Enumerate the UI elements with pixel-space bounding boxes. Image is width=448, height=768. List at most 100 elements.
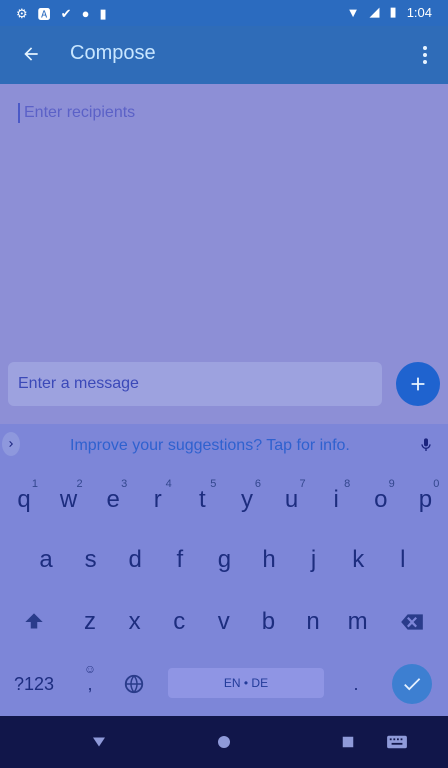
back-arrow-icon bbox=[24, 47, 38, 61]
keyboard-icon bbox=[387, 735, 407, 749]
back-button[interactable] bbox=[18, 41, 44, 67]
key-o[interactable]: 9o bbox=[359, 476, 403, 524]
nav-home-icon bbox=[218, 736, 230, 748]
suggestion-text[interactable]: Improve your suggestions? Tap for info. bbox=[70, 437, 350, 455]
key-label: q bbox=[17, 486, 31, 513]
backspace-icon bbox=[401, 614, 423, 630]
key-t[interactable]: 5t bbox=[180, 476, 224, 524]
keyboard-bottom-row: ?123 ☺ , EN • DE . bbox=[0, 660, 448, 708]
comma-key[interactable]: ☺ , bbox=[68, 660, 112, 708]
key-a[interactable]: a bbox=[24, 536, 68, 584]
message-placeholder: Enter a message bbox=[18, 375, 139, 392]
voice-input-button[interactable] bbox=[418, 433, 434, 457]
key-b[interactable]: b bbox=[246, 598, 290, 646]
key-s[interactable]: s bbox=[69, 536, 113, 584]
key-v[interactable]: v bbox=[202, 598, 246, 646]
period-key[interactable]: . bbox=[334, 660, 378, 708]
status-right-icons: ▼ ◢ ▮ 1:04 bbox=[347, 4, 432, 20]
key-r[interactable]: 4r bbox=[136, 476, 180, 524]
space-key[interactable]: EN • DE bbox=[168, 668, 324, 698]
sd-icon: ▮ bbox=[99, 5, 107, 21]
text-cursor bbox=[18, 103, 20, 123]
chevron-right-icon bbox=[9, 441, 13, 447]
nav-keyboard-button[interactable] bbox=[386, 731, 408, 753]
key-h[interactable]: h bbox=[247, 536, 291, 584]
navigation-bar bbox=[0, 716, 448, 768]
key-hint: 2 bbox=[76, 478, 83, 490]
battery-icon: ▮ bbox=[389, 4, 397, 19]
nav-back-icon bbox=[93, 737, 105, 747]
key-l[interactable]: l bbox=[381, 536, 425, 584]
nav-back-button[interactable] bbox=[88, 731, 110, 753]
symbols-key[interactable]: ?123 bbox=[12, 660, 56, 708]
key-hint: 5 bbox=[210, 478, 217, 490]
key-label: i bbox=[333, 486, 339, 513]
key-hint: 3 bbox=[121, 478, 128, 490]
key-hint: 0 bbox=[433, 478, 440, 490]
key-d[interactable]: d bbox=[113, 536, 157, 584]
key-c[interactable]: c bbox=[157, 598, 201, 646]
key-label: t bbox=[199, 486, 206, 513]
key-hint: 8 bbox=[344, 478, 351, 490]
nav-recents-button[interactable] bbox=[337, 731, 359, 753]
key-p[interactable]: 0p bbox=[403, 476, 447, 524]
status-left-icons: ⚙ 🅰 ✔ ● ▮ bbox=[16, 4, 107, 23]
a-icon: 🅰 bbox=[37, 7, 51, 22]
key-g[interactable]: g bbox=[202, 536, 246, 584]
key-hint: 1 bbox=[31, 478, 38, 490]
recipients-placeholder: Enter recipients bbox=[24, 104, 136, 121]
emoji-hint-icon: ☺ bbox=[83, 662, 97, 676]
shift-icon bbox=[25, 613, 43, 629]
suggestion-bar: Improve your suggestions? Tap for info. bbox=[0, 424, 448, 466]
message-input[interactable]: Enter a message bbox=[8, 362, 382, 406]
settings-icon: ⚙ bbox=[16, 5, 28, 21]
comma-label: , bbox=[87, 673, 93, 694]
overflow-menu-icon bbox=[423, 46, 427, 50]
wifi-icon: ▼ bbox=[346, 4, 360, 20]
check-icon: ✔ bbox=[60, 5, 72, 21]
keyboard-row-2: asdfghjkl bbox=[0, 536, 448, 584]
expand-suggestions-button[interactable] bbox=[2, 432, 20, 456]
key-label: w bbox=[59, 486, 78, 513]
key-hint: 9 bbox=[388, 478, 395, 490]
mic-icon bbox=[421, 438, 431, 451]
backspace-key[interactable] bbox=[390, 598, 434, 646]
key-f[interactable]: f bbox=[158, 536, 202, 584]
key-label: o bbox=[374, 486, 388, 513]
key-label: u bbox=[284, 486, 299, 513]
key-x[interactable]: x bbox=[113, 598, 157, 646]
key-y[interactable]: 6y bbox=[225, 476, 269, 524]
key-e[interactable]: 3e bbox=[91, 476, 135, 524]
key-q[interactable]: 1q bbox=[2, 476, 46, 524]
add-attachment-button[interactable] bbox=[396, 362, 440, 406]
nav-home-button[interactable] bbox=[213, 731, 235, 753]
page-title: Compose bbox=[70, 42, 156, 64]
status-bar: ⚙ 🅰 ✔ ● ▮ ▼ ◢ ▮ 1:04 bbox=[0, 0, 448, 26]
key-w[interactable]: 2w bbox=[47, 476, 91, 524]
key-label: p bbox=[418, 486, 433, 513]
shift-key[interactable] bbox=[12, 598, 56, 646]
globe-key[interactable] bbox=[112, 660, 156, 708]
key-hint: 7 bbox=[299, 478, 306, 490]
done-key[interactable] bbox=[392, 664, 432, 704]
nav-recents-icon bbox=[342, 736, 354, 748]
keyboard-row-3: zxcvbnm bbox=[0, 598, 448, 646]
key-label: e bbox=[106, 486, 120, 513]
globe-icon bbox=[124, 674, 144, 694]
key-hint: 6 bbox=[254, 478, 261, 490]
key-n[interactable]: n bbox=[291, 598, 335, 646]
key-m[interactable]: m bbox=[336, 598, 380, 646]
recipients-field[interactable]: Enter recipients bbox=[18, 100, 428, 128]
key-i[interactable]: 8i bbox=[314, 476, 358, 524]
status-time: 1:04 bbox=[406, 4, 432, 20]
key-u[interactable]: 7u bbox=[270, 476, 314, 524]
key-hint: 4 bbox=[165, 478, 172, 490]
circle-icon: ● bbox=[81, 6, 90, 21]
key-j[interactable]: j bbox=[292, 536, 336, 584]
signal-icon: ◢ bbox=[369, 4, 380, 19]
overflow-menu-button[interactable] bbox=[416, 40, 434, 70]
key-k[interactable]: k bbox=[336, 536, 380, 584]
checkmark-icon bbox=[404, 678, 421, 691]
key-label: r bbox=[153, 486, 162, 513]
key-z[interactable]: z bbox=[68, 598, 112, 646]
